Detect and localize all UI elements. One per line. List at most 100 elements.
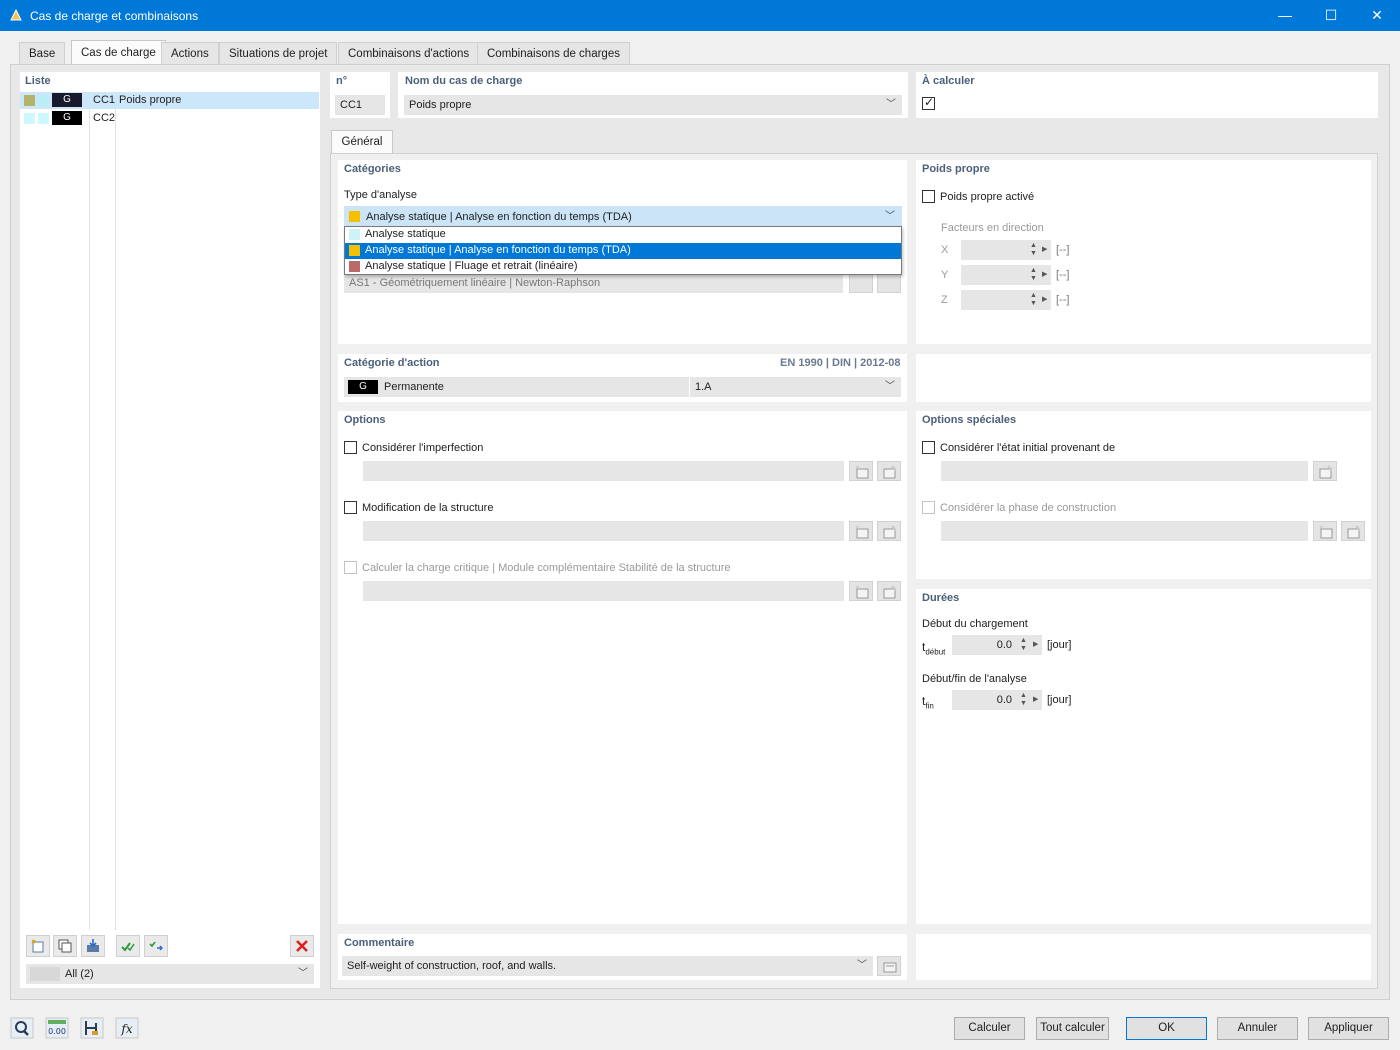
formula-icon[interactable]: fx [115, 1017, 139, 1039]
analysis-type-select[interactable]: Analyse statique | Analyse en fonction d… [344, 206, 902, 226]
new-critical-load-button[interactable] [849, 581, 873, 601]
durations-panel: Durées Début du chargement tdébut 0.0 ▲ ▼… [916, 589, 1371, 924]
tab-action-combinations[interactable]: Combinaisons d'actions [338, 42, 480, 64]
critical-load-field[interactable] [363, 581, 844, 601]
self-weight-active-label: Poids propre activé [940, 191, 1035, 203]
self-weight-title: Poids propre [922, 163, 990, 175]
tab-load-combinations[interactable]: Combinaisons de charges [477, 42, 630, 64]
construction-phase-field[interactable] [941, 521, 1308, 541]
edit-structure-modification-button[interactable] [877, 521, 901, 541]
calculate-all-button[interactable]: Tout calculer [1036, 1017, 1109, 1040]
comment-title: Commentaire [344, 937, 415, 949]
edit-construction-phase-button[interactable] [1341, 521, 1365, 541]
special-options-title: Options spéciales [922, 414, 1017, 426]
window-title: Cas de charge et combinaisons [30, 9, 199, 23]
chevron-down-icon: ﹀ [885, 211, 895, 222]
edit-button[interactable] [849, 273, 873, 293]
toggle-check-button[interactable] [144, 935, 168, 957]
list-title: Liste [25, 75, 51, 87]
action-tag: G [52, 111, 82, 125]
edit-critical-load-button[interactable] [877, 581, 901, 601]
load-case-name: Poids propre [119, 94, 182, 106]
action-tag: G [52, 93, 82, 107]
tab-base[interactable]: Base [19, 42, 66, 64]
dropdown-option-label: Analyse statique | Analyse en fonction d… [365, 244, 631, 256]
action-tag: G [348, 380, 378, 394]
numbers-icon[interactable]: 0.00 [45, 1017, 69, 1039]
color-swatch [24, 95, 35, 106]
chevron-down-icon: ﹀ [885, 381, 895, 392]
initial-state-label: Considérer l'état initial provenant de [940, 442, 1116, 454]
norm-label: EN 1990 | DIN | 2012-08 [780, 357, 901, 369]
load-case-name-select[interactable]: Poids propre ﹀ [404, 95, 902, 115]
ok-button[interactable]: OK [1126, 1017, 1207, 1040]
analysis-settings-field[interactable]: AS1 - Géométriquement linéaire | Newton-… [344, 273, 843, 293]
dropdown-option[interactable]: Analyse statique [345, 227, 901, 243]
close-button[interactable]: ✕ [1354, 0, 1400, 31]
edit-imperfection-button[interactable] [877, 461, 901, 481]
apply-button[interactable]: Appliquer [1308, 1017, 1389, 1040]
axis-y-label: Y [941, 269, 949, 281]
new-load-case-button[interactable] [26, 935, 50, 957]
model-icon[interactable] [80, 1017, 104, 1039]
factor-z-input[interactable]: ▲ ▼ ▶ [961, 290, 1051, 310]
axis-x-label: X [941, 244, 949, 256]
structure-modification-field[interactable] [363, 521, 844, 541]
comment-value: Self-weight of construction, roof, and w… [347, 960, 557, 972]
factor-x-unit: [--] [1056, 244, 1070, 256]
special-options-panel: Options spéciales Considérer l'état init… [916, 411, 1371, 579]
tab-load-cases[interactable]: Cas de charge [71, 40, 166, 65]
list-item[interactable]: G CC1 Poids propre [20, 92, 319, 109]
check-all-button[interactable] [116, 935, 140, 957]
color-swatch [38, 113, 49, 124]
dropdown-option[interactable]: Analyse statique | Fluage et retrait (li… [345, 259, 901, 275]
calculate-button[interactable]: Calculer [954, 1017, 1025, 1040]
search-icon[interactable] [10, 1017, 34, 1039]
delete-button[interactable] [290, 935, 314, 957]
factor-y-unit: [--] [1056, 269, 1070, 281]
structure-modification-checkbox[interactable] [344, 501, 357, 514]
edit-initial-state-button[interactable] [1313, 461, 1337, 481]
initial-state-field[interactable] [941, 461, 1308, 481]
tab-design-situations[interactable]: Situations de projet [219, 42, 338, 64]
list-item[interactable]: G CC2 [20, 110, 319, 127]
number-label: n° [336, 75, 348, 87]
filter-swatch [30, 967, 60, 981]
imperfection-field[interactable] [363, 461, 844, 481]
comment-library-button[interactable] [877, 956, 901, 976]
new-imperfection-button[interactable] [849, 461, 873, 481]
color-swatch [349, 229, 360, 240]
minimize-button[interactable]: — [1262, 0, 1308, 31]
imperfection-checkbox[interactable] [344, 441, 357, 454]
list-filter-select[interactable]: All (2) ﹀ [26, 964, 314, 984]
calc-panel: À calculer [916, 72, 1378, 118]
initial-state-checkbox[interactable] [922, 441, 935, 454]
empty-panel [916, 354, 1371, 402]
start-time-input[interactable]: 0.0 ▲ ▼ ▶ [952, 635, 1042, 655]
import-button[interactable] [81, 935, 105, 957]
copy-load-case-button[interactable] [53, 935, 77, 957]
to-calculate-checkbox[interactable] [922, 95, 935, 110]
end-time-input[interactable]: 0.0 ▲ ▼ ▶ [952, 690, 1042, 710]
critical-load-checkbox[interactable] [344, 561, 357, 574]
new-structure-modification-button[interactable] [849, 521, 873, 541]
factor-y-input[interactable]: ▲ ▼ ▶ [961, 265, 1051, 285]
cancel-button[interactable]: Annuler [1217, 1017, 1298, 1040]
structure-modification-label: Modification de la structure [362, 502, 494, 514]
construction-phase-checkbox[interactable] [922, 501, 935, 514]
new-button[interactable] [877, 273, 901, 293]
dropdown-option-selected[interactable]: Analyse statique | Analyse en fonction d… [345, 243, 901, 259]
chevron-down-icon: ﹀ [886, 99, 896, 110]
new-construction-phase-button[interactable] [1313, 521, 1337, 541]
comment-select[interactable]: Self-weight of construction, roof, and w… [342, 956, 873, 976]
tab-general[interactable]: Général [331, 130, 393, 154]
tab-actions[interactable]: Actions [161, 42, 219, 64]
maximize-button[interactable]: ☐ [1308, 0, 1354, 31]
empty-panel [916, 934, 1371, 980]
number-panel: n° CC1 [330, 72, 390, 118]
number-field[interactable]: CC1 [335, 95, 385, 115]
factor-x-input[interactable]: ▲ ▼ ▶ [961, 240, 1051, 260]
name-label: Nom du cas de charge [405, 75, 523, 87]
action-category-select[interactable]: G Permanente 1.A ﹀ [344, 377, 901, 397]
self-weight-active-checkbox[interactable] [922, 190, 935, 203]
